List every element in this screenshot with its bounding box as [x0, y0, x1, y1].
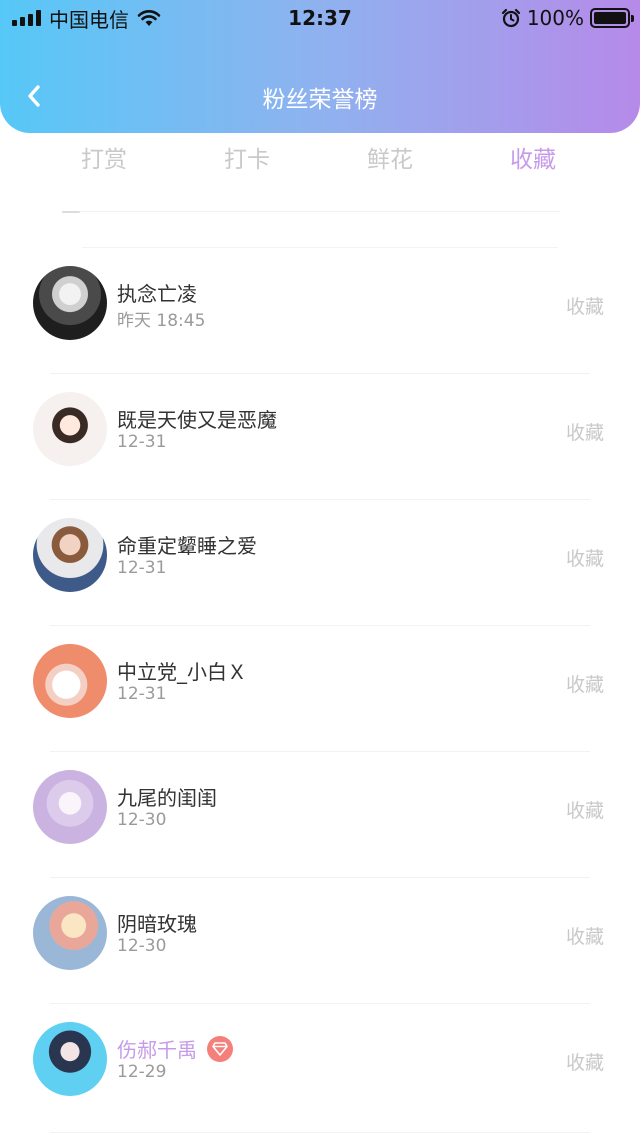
user-name-row: 伤郝千禹: [117, 1034, 233, 1063]
divider: [80, 211, 560, 212]
avatar: [33, 644, 107, 718]
timestamp: 12-30: [117, 936, 167, 956]
action-label: 收藏: [565, 548, 604, 570]
user-name: 九尾的闺闺: [117, 786, 217, 810]
status-bar: 中国电信 12:37 100%: [0, 0, 640, 36]
timestamp: 昨天 18:45: [117, 311, 206, 331]
timestamp: 12-30: [117, 810, 167, 830]
action-label: 收藏: [565, 674, 604, 696]
action-label: 收藏: [565, 1052, 604, 1074]
header: 中国电信 12:37 100% 粉丝荣誉榜: [0, 0, 640, 133]
avatar: [33, 770, 107, 844]
tab-checkin[interactable]: 打卡: [187, 140, 307, 174]
avatar: [33, 518, 107, 592]
alarm-icon: [501, 8, 520, 28]
avatar: [33, 1022, 107, 1096]
list-item[interactable]: 伤郝千禹 12-29 收藏: [0, 1004, 640, 1130]
user-name: 命重定颦睡之爱: [117, 534, 257, 558]
action-label: 收藏: [565, 926, 604, 948]
tab-reward[interactable]: 打赏: [44, 140, 164, 174]
list-item[interactable]: 阴暗玫瑰 12-30 收藏: [0, 878, 640, 1004]
avatar: [33, 896, 107, 970]
fan-list: 执念亡凌 昨天 18:45 收藏 既是天使又是恶魔 12-31 收藏 命重定颦睡…: [0, 248, 640, 1130]
tab-flowers[interactable]: 鲜花: [330, 140, 450, 174]
list-item[interactable]: 九尾的闺闺 12-30 收藏: [0, 752, 640, 878]
battery-icon: [590, 8, 634, 28]
divider: [50, 1132, 590, 1133]
tab-bar: 打赏 打卡 鲜花 收藏: [0, 140, 640, 188]
diamond-icon: [212, 1041, 228, 1056]
page-title: 粉丝荣誉榜: [262, 87, 378, 113]
action-label: 收藏: [565, 422, 604, 444]
action-label: 收藏: [565, 296, 604, 318]
list-item[interactable]: 执念亡凌 昨天 18:45 收藏: [0, 248, 640, 374]
battery-percent: 100%: [526, 6, 584, 30]
user-name: 既是天使又是恶魔: [117, 408, 277, 432]
avatar: [33, 266, 107, 340]
user-name: 阴暗玫瑰: [117, 912, 197, 936]
list-item[interactable]: 既是天使又是恶魔 12-31 收藏: [0, 374, 640, 500]
timestamp: 12-31: [117, 558, 167, 578]
timestamp: 12-31: [117, 432, 167, 452]
avatar: [33, 392, 107, 466]
timestamp: 12-31: [117, 684, 167, 704]
vip-badge: [207, 1035, 233, 1062]
scroll-remnant: [62, 211, 80, 213]
user-name: 伤郝千禹: [117, 1038, 197, 1062]
action-label: 收藏: [565, 800, 604, 822]
user-name: 中立党_小白Ｘ: [117, 660, 247, 684]
timestamp: 12-29: [117, 1062, 167, 1082]
tab-favorites[interactable]: 收藏: [473, 140, 593, 174]
status-right: 100%: [501, 6, 634, 30]
list-item[interactable]: 中立党_小白Ｘ 12-31 收藏: [0, 626, 640, 752]
user-name: 执念亡凌: [117, 282, 197, 306]
list-item[interactable]: 命重定颦睡之爱 12-31 收藏: [0, 500, 640, 626]
